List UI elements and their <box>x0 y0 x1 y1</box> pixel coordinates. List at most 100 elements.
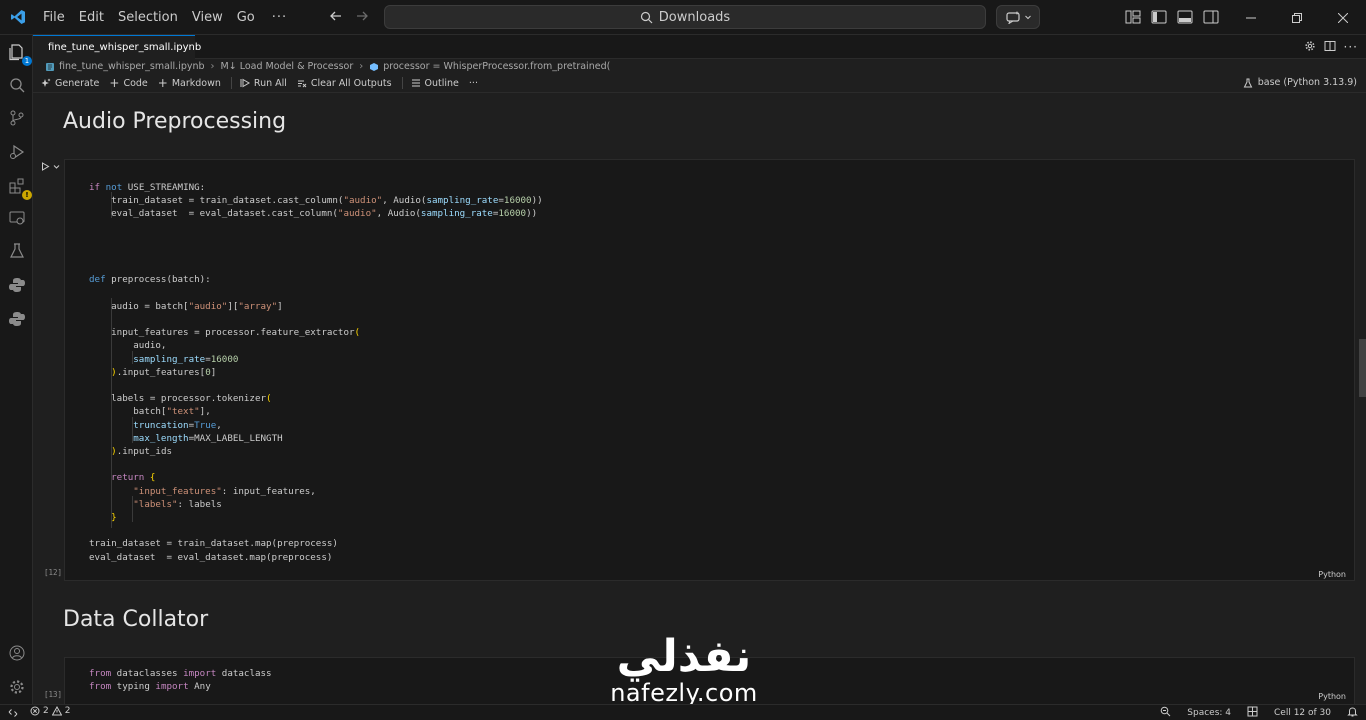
markdown-heading-audio-preprocessing: Audio Preprocessing <box>63 109 287 134</box>
split-editor-icon[interactable] <box>1324 40 1336 55</box>
notebook-toolbar: Generate + Code + Markdown Run All Clear… <box>33 74 1366 93</box>
back-arrow-icon[interactable] <box>329 9 343 27</box>
error-count: 2 <box>43 706 49 716</box>
breadcrumb-file[interactable]: fine_tune_whisper_small.ipynb <box>59 61 205 72</box>
execution-count: [13] <box>44 690 63 699</box>
more-label: ··· <box>468 77 478 89</box>
warning-icon <box>51 706 62 716</box>
python-environments-icon[interactable] <box>6 308 28 330</box>
generate-label: Generate <box>55 77 100 89</box>
add-code-cell-button[interactable]: + Code <box>109 76 147 90</box>
indentation-status[interactable]: Spaces: 4 <box>1179 708 1239 718</box>
markdown-label: Markdown <box>171 77 221 89</box>
markdown-heading-data-collator: Data Collator <box>63 607 209 632</box>
activity-bar: 1 ! <box>0 35 33 704</box>
breadcrumb-symbol[interactable]: processor = WhisperProcessor.from_pretra… <box>383 61 610 72</box>
cell-language-label[interactable]: Python <box>1318 692 1346 701</box>
menu-edit[interactable]: Edit <box>72 0 111 35</box>
run-all-button[interactable]: Run All <box>240 78 287 89</box>
notebook-settings-gear-icon[interactable] <box>1304 40 1316 55</box>
menu-more-button[interactable]: ··· <box>262 0 297 35</box>
cell-13-source[interactable]: from dataclasses import dataclass from t… <box>89 667 272 693</box>
title-bar: File Edit Selection View Go ··· Download… <box>0 0 1366 35</box>
close-icon[interactable] <box>1320 0 1366 35</box>
run-and-debug-icon[interactable] <box>6 141 28 163</box>
tab-notebook[interactable]: fine_tune_whisper_small.ipynb <box>33 35 201 59</box>
watermark-latin-text: nafezly.com <box>610 679 758 707</box>
command-center-search[interactable]: Downloads <box>384 5 986 29</box>
status-right: Spaces: 4 Cell 12 of 30 <box>1152 705 1366 720</box>
chevron-down-icon <box>1024 15 1031 20</box>
testing-flask-icon[interactable] <box>6 240 28 262</box>
toggle-panel-icon[interactable] <box>1176 8 1194 26</box>
search-icon <box>640 11 653 23</box>
add-markdown-cell-button[interactable]: + Markdown <box>158 76 221 90</box>
customize-layout-icon[interactable] <box>1124 8 1142 26</box>
source-control-icon[interactable] <box>6 107 28 129</box>
search-icon[interactable] <box>6 74 28 96</box>
toolbar-divider <box>230 77 232 89</box>
notifications-bell-icon[interactable] <box>1339 706 1366 720</box>
menu-view[interactable]: View <box>185 0 230 35</box>
cell-12-source[interactable]: if not USE_STREAMING: train_dataset = tr… <box>89 181 543 564</box>
explorer-icon[interactable]: 1 <box>6 41 32 66</box>
toggle-secondary-sidebar-icon[interactable] <box>1202 8 1220 26</box>
window-controls <box>1228 0 1366 35</box>
more-actions-icon[interactable]: ··· <box>1344 40 1358 55</box>
accounts-icon[interactable] <box>6 642 28 664</box>
problems-indicator[interactable]: 2 2 <box>30 706 70 716</box>
menu-selection[interactable]: Selection <box>111 0 185 35</box>
kernel-label: base (Python 3.13.9) <box>1257 77 1357 88</box>
search-text: Downloads <box>658 9 731 25</box>
chevron-down-icon <box>53 165 60 169</box>
nafezly-watermark: نفذلي nafezly.com <box>596 631 772 707</box>
clear-all-outputs-button[interactable]: Clear All Outputs <box>297 78 392 89</box>
extensions-icon[interactable]: ! <box>6 175 32 200</box>
outline-list-icon <box>411 79 420 87</box>
run-cell-button[interactable] <box>41 162 60 171</box>
clear-all-outputs-label: Clear All Outputs <box>310 77 392 89</box>
remote-indicator-icon[interactable] <box>0 705 26 720</box>
generate-button[interactable]: Generate <box>41 78 99 89</box>
status-bar: 2 2 Spaces: 4 Cell 12 of 30 <box>0 704 1366 720</box>
execution-count: [12] <box>44 568 63 577</box>
run-all-label: Run All <box>253 77 287 89</box>
vertical-scrollbar-thumb[interactable] <box>1359 339 1366 397</box>
clear-all-icon <box>297 80 307 88</box>
cell-layout-icon[interactable] <box>1239 706 1266 720</box>
breadcrumb-separator-icon: › <box>359 61 364 72</box>
play-icon <box>42 162 50 171</box>
copilot-chat-button[interactable] <box>996 5 1040 29</box>
menu-file[interactable]: File <box>36 0 72 35</box>
cell-language-label[interactable]: Python <box>1318 570 1346 579</box>
forward-arrow-icon[interactable] <box>355 9 369 27</box>
breadcrumb-separator-icon: › <box>210 61 215 72</box>
kernel-picker[interactable]: base (Python 3.13.9) <box>1243 77 1357 88</box>
breadcrumb: fine_tune_whisper_small.ipynb › M↓ Load … <box>45 59 610 74</box>
cell-position-status[interactable]: Cell 12 of 30 <box>1266 708 1339 718</box>
settings-gear-icon[interactable] <box>6 676 28 698</box>
code-cell-12[interactable]: if not USE_STREAMING: train_dataset = tr… <box>64 159 1355 581</box>
copilot-icon <box>1005 11 1020 24</box>
toolbar-divider <box>401 77 403 89</box>
vscode-logo-icon <box>0 0 36 35</box>
remote-explorer-icon[interactable] <box>6 207 28 229</box>
explorer-badge: 1 <box>22 56 32 66</box>
menu-go[interactable]: Go <box>230 0 262 35</box>
run-all-icon <box>240 78 250 88</box>
watermark-arabic-text: نفذلي <box>616 631 752 682</box>
outline-button[interactable]: Outline <box>411 78 459 89</box>
python-icon[interactable] <box>6 274 28 296</box>
menu-bar: File Edit Selection View Go ··· <box>36 0 297 35</box>
zoom-icon[interactable] <box>1152 706 1179 720</box>
breadcrumb-section[interactable]: M↓ Load Model & Processor <box>221 61 354 72</box>
symbol-variable-icon <box>370 62 379 71</box>
toggle-primary-sidebar-icon[interactable] <box>1150 8 1168 26</box>
code-label: Code <box>123 77 148 89</box>
toolbar-more-button[interactable]: ··· <box>469 78 478 89</box>
restore-icon[interactable] <box>1274 0 1320 35</box>
editor-tab-bar: fine_tune_whisper_small.ipynb ··· <box>33 35 1366 59</box>
minimize-icon[interactable] <box>1228 0 1274 35</box>
warning-badge-icon: ! <box>22 190 32 200</box>
kernel-flask-icon <box>1243 78 1253 87</box>
